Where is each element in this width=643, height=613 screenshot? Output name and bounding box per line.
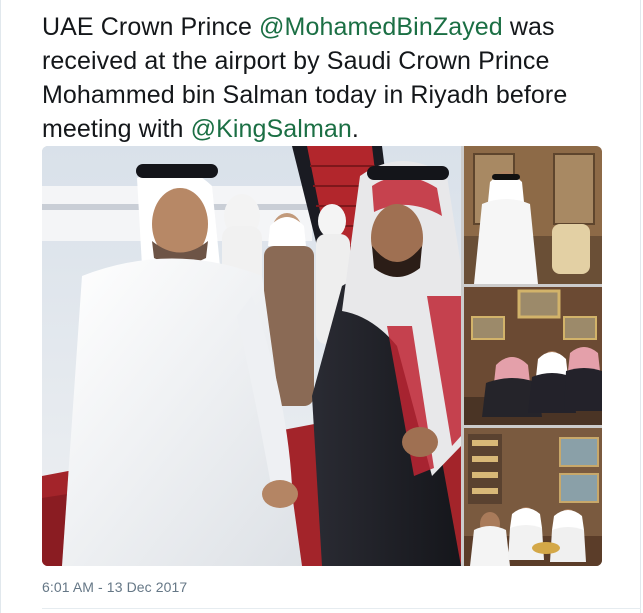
tweet-text: UAE Crown Prince @MohamedBinZayed was re… bbox=[42, 10, 632, 146]
tweet-text-segment: . bbox=[351, 115, 359, 143]
tweet-text-segment: UAE Crown Prince bbox=[42, 13, 260, 41]
photo-thumb-meeting[interactable] bbox=[464, 287, 602, 425]
photo-thumb-group[interactable] bbox=[464, 428, 602, 566]
tweet-timestamp[interactable]: 6:01 AM - 13 Dec 2017 bbox=[42, 579, 187, 595]
photo-grid bbox=[42, 146, 602, 566]
photo-thumb-seated[interactable] bbox=[464, 146, 602, 284]
mention-link[interactable]: @MohamedBinZayed bbox=[259, 13, 503, 41]
photo-main[interactable] bbox=[42, 146, 461, 566]
divider bbox=[42, 608, 641, 609]
mention-link[interactable]: @KingSalman bbox=[191, 115, 352, 143]
